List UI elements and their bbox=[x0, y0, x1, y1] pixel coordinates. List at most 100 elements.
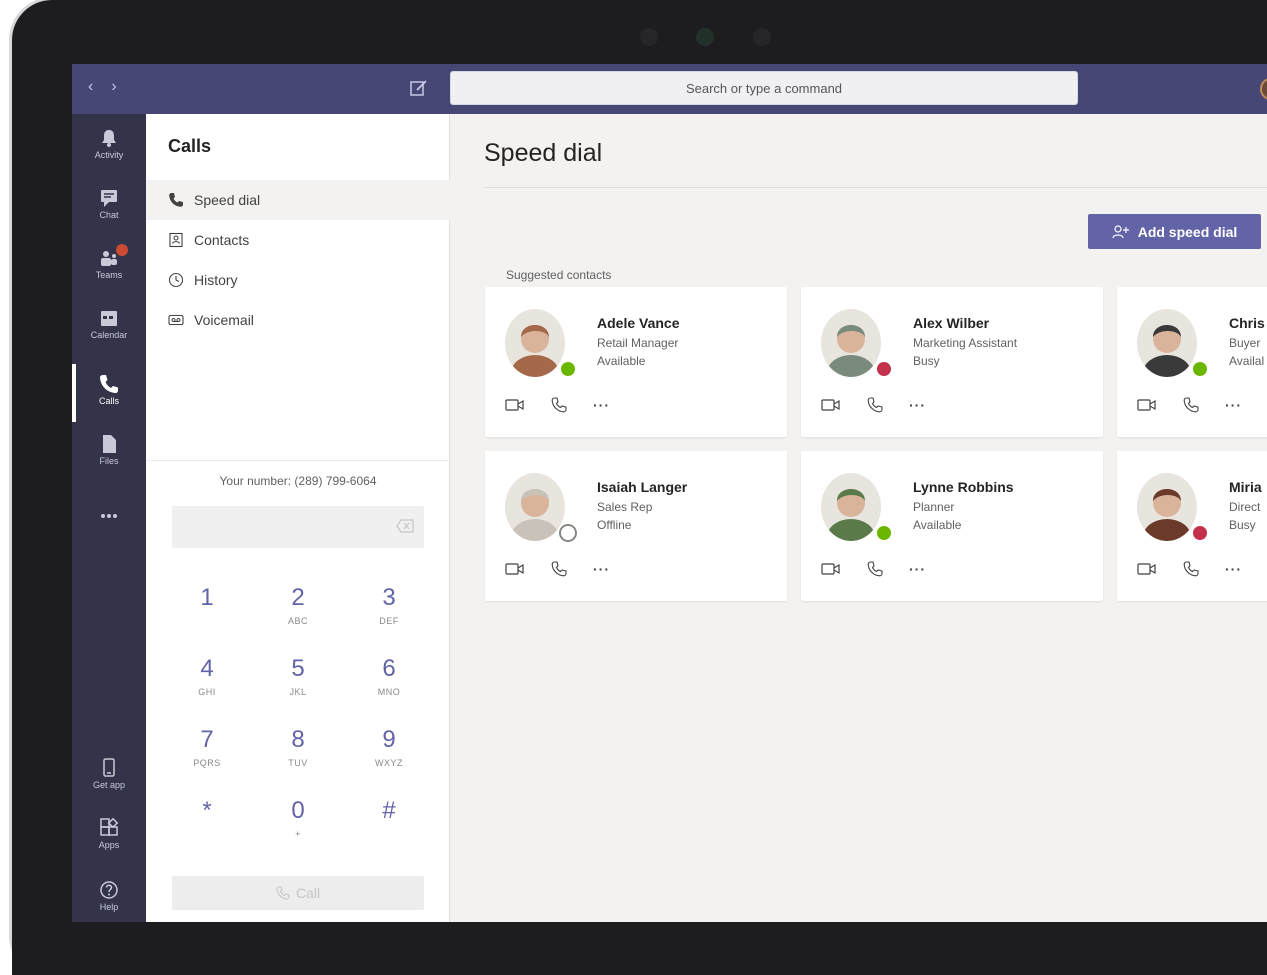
contact-role: Sales Rep bbox=[597, 500, 653, 514]
contact-presence: Busy bbox=[913, 354, 940, 368]
contact-card[interactable]: Alex Wilber Marketing Assistant Busy ··· bbox=[801, 287, 1103, 437]
phone-icon bbox=[168, 192, 184, 208]
more-options-icon[interactable]: ··· bbox=[909, 562, 926, 576]
audio-call-icon[interactable] bbox=[549, 397, 569, 413]
help-icon bbox=[99, 880, 119, 900]
calls-nav-voicemail[interactable]: Voicemail bbox=[146, 300, 450, 340]
dial-key[interactable]: 4 GHI bbox=[172, 655, 242, 697]
audio-call-icon[interactable] bbox=[865, 397, 885, 413]
contacts-icon bbox=[168, 232, 184, 248]
dial-key[interactable]: 8 TUV bbox=[263, 726, 333, 768]
contact-card[interactable]: Lynne Robbins Planner Available ··· bbox=[801, 451, 1103, 601]
contact-presence: Offline bbox=[597, 518, 632, 532]
history-arrows: ‹ › bbox=[88, 78, 117, 96]
more-options-icon[interactable]: ··· bbox=[593, 398, 610, 412]
rail-item-label: Files bbox=[99, 456, 119, 466]
video-call-icon[interactable] bbox=[505, 397, 525, 413]
contact-card[interactable]: Miria Direct Busy ··· bbox=[1117, 451, 1267, 601]
rail-item-teams[interactable]: Teams bbox=[72, 238, 146, 296]
calls-nav-label: Contacts bbox=[194, 232, 250, 248]
more-options-icon[interactable]: ··· bbox=[1225, 562, 1242, 576]
more-options-icon[interactable]: ··· bbox=[909, 398, 926, 412]
rail-item-chat[interactable]: Chat bbox=[72, 178, 146, 236]
dial-key[interactable]: 5 JKL bbox=[263, 655, 333, 697]
audio-call-icon[interactable] bbox=[865, 561, 885, 577]
add-person-icon bbox=[1112, 224, 1129, 238]
dial-number-input[interactable] bbox=[172, 506, 424, 548]
dial-key-letters: PQRS bbox=[193, 758, 221, 768]
contact-card[interactable]: Adele Vance Retail Manager Available ··· bbox=[485, 287, 787, 437]
more-options-icon[interactable]: ··· bbox=[1225, 398, 1242, 412]
dial-key-digit: 9 bbox=[382, 726, 396, 753]
dial-key[interactable]: 9 WXYZ bbox=[354, 726, 424, 768]
back-arrow-icon[interactable]: ‹ bbox=[88, 78, 93, 96]
dial-key[interactable]: 6 MNO bbox=[354, 655, 424, 697]
user-avatar[interactable] bbox=[1260, 78, 1267, 100]
avatar bbox=[821, 309, 881, 377]
rail-item-help[interactable]: Help bbox=[72, 870, 146, 922]
dial-key[interactable]: 0 + bbox=[263, 797, 333, 839]
dial-key-letters: ABC bbox=[287, 616, 308, 626]
video-call-icon[interactable] bbox=[1137, 397, 1157, 413]
rail-item-activity[interactable]: Activity bbox=[72, 118, 146, 176]
dial-key[interactable]: * bbox=[172, 797, 242, 839]
device-bezel-bottom bbox=[12, 922, 1267, 975]
more-icon bbox=[99, 506, 119, 526]
rail-item-label: Activity bbox=[94, 150, 124, 160]
rail-item-calendar[interactable]: Calendar bbox=[72, 298, 146, 356]
video-call-icon[interactable] bbox=[821, 561, 841, 577]
rail-item-label: Help bbox=[99, 902, 119, 912]
contact-card[interactable]: Isaiah Langer Sales Rep Offline ··· bbox=[485, 451, 787, 601]
video-call-icon[interactable] bbox=[821, 397, 841, 413]
camera-lens bbox=[696, 28, 714, 46]
audio-call-icon[interactable] bbox=[1181, 561, 1201, 577]
rail-item-label: Chat bbox=[99, 210, 119, 220]
rail-item-get-app[interactable]: Get app bbox=[72, 748, 146, 806]
calls-nav: Speed dial Contacts History Voicemail bbox=[146, 180, 450, 340]
dial-key[interactable]: # bbox=[354, 797, 424, 839]
bell-icon bbox=[99, 128, 119, 148]
calls-nav-contacts[interactable]: Contacts bbox=[146, 220, 450, 260]
dial-key-letters bbox=[172, 616, 242, 626]
contact-card[interactable]: Chris Buyer Availal ··· bbox=[1117, 287, 1267, 437]
contact-actions: ··· bbox=[505, 397, 610, 413]
dial-key[interactable]: 1 bbox=[172, 584, 242, 626]
audio-call-icon[interactable] bbox=[549, 561, 569, 577]
dial-key-digit: 6 bbox=[382, 655, 396, 682]
compose-icon[interactable] bbox=[409, 78, 429, 98]
rail-item-calls[interactable]: Calls bbox=[72, 364, 146, 422]
rail-item-files[interactable]: Files bbox=[72, 424, 146, 482]
forward-arrow-icon[interactable]: › bbox=[111, 78, 116, 96]
panel-title: Calls bbox=[168, 136, 212, 156]
apps-icon bbox=[99, 817, 119, 838]
audio-call-icon[interactable] bbox=[1181, 397, 1201, 413]
video-call-icon[interactable] bbox=[505, 561, 525, 577]
dial-key-letters: JKL bbox=[289, 687, 307, 697]
add-speed-dial-button[interactable]: Add speed dial bbox=[1088, 214, 1261, 249]
contact-presence: Availal bbox=[1229, 354, 1265, 368]
contact-actions: ··· bbox=[1137, 561, 1242, 577]
avatar bbox=[505, 309, 565, 377]
call-button[interactable]: Call bbox=[172, 876, 424, 910]
rail-item-label: Calendar bbox=[90, 330, 128, 340]
device-icon bbox=[99, 758, 119, 778]
calls-nav-label: Speed dial bbox=[194, 192, 261, 208]
divider bbox=[146, 460, 450, 461]
calls-nav-history[interactable]: History bbox=[146, 260, 450, 300]
dial-key[interactable]: 7 PQRS bbox=[172, 726, 242, 768]
dial-key-letters bbox=[354, 829, 424, 839]
dial-key[interactable]: 2 ABC bbox=[263, 584, 333, 626]
video-call-icon[interactable] bbox=[1137, 561, 1157, 577]
rail-item-label: Calls bbox=[98, 396, 119, 406]
backspace-icon[interactable] bbox=[396, 519, 414, 533]
clock-icon bbox=[168, 272, 184, 288]
dial-key[interactable]: 3 DEF bbox=[354, 584, 424, 626]
rail-item-apps[interactable]: Apps bbox=[72, 808, 146, 866]
calls-nav-speed-dial[interactable]: Speed dial bbox=[146, 180, 450, 220]
more-options-icon[interactable]: ··· bbox=[593, 562, 610, 576]
dial-key-digit: 2 bbox=[291, 584, 305, 611]
rail-item-more[interactable] bbox=[72, 488, 146, 546]
dial-key-digit: 3 bbox=[382, 584, 396, 611]
search-input[interactable]: Search or type a command bbox=[450, 71, 1078, 105]
contact-presence: Busy bbox=[1229, 518, 1256, 532]
